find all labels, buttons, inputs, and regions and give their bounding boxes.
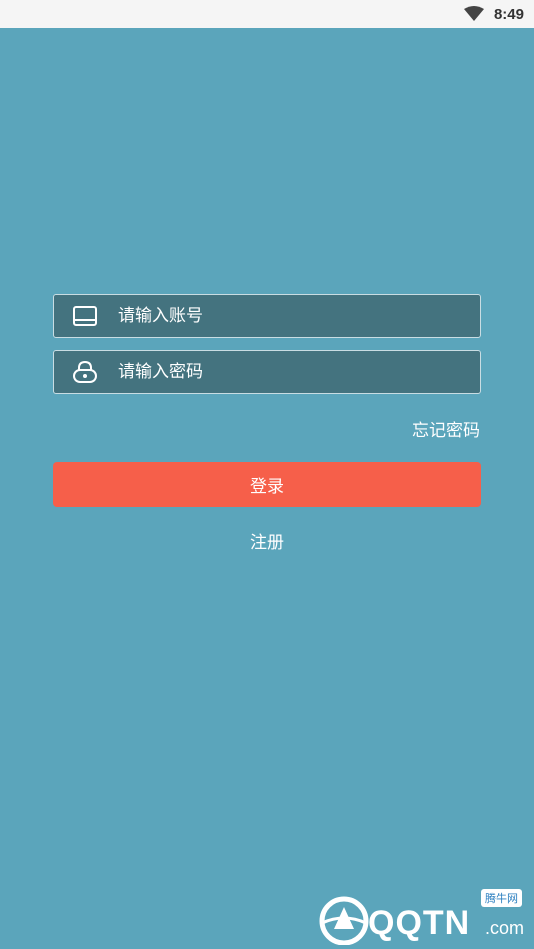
status-bar: 8:49 <box>0 0 534 28</box>
qqtn-logo-icon <box>319 896 369 945</box>
tablet-icon <box>70 301 100 331</box>
qqtn-watermark: QQTN .com 腾牛网 <box>316 889 526 945</box>
wifi-icon <box>463 6 484 21</box>
login-button[interactable]: 登录 <box>53 462 481 507</box>
account-field[interactable] <box>53 294 481 338</box>
register-link[interactable]: 注册 <box>0 528 534 553</box>
watermark-badge: 腾牛网 <box>481 889 522 907</box>
forgot-password-link[interactable]: 忘记密码 <box>412 416 480 441</box>
watermark-domain: .com <box>484 918 524 938</box>
status-time: 8:49 <box>493 5 524 23</box>
password-input[interactable] <box>118 351 480 393</box>
watermark-brand: QQTN <box>368 904 471 942</box>
password-field[interactable] <box>53 350 481 394</box>
lock-icon <box>70 357 100 387</box>
account-input[interactable] <box>118 295 480 337</box>
